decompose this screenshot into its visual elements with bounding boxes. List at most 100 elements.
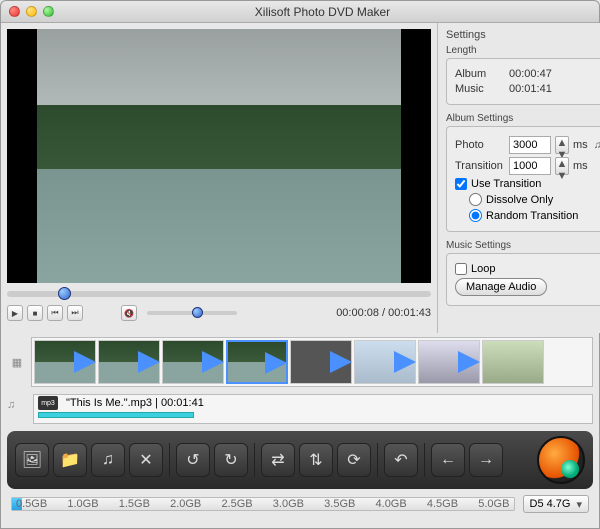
manage-audio-button[interactable]: Manage Audio	[455, 278, 547, 296]
transition-icon[interactable]	[202, 351, 224, 373]
undo-button[interactable]: ↶	[384, 443, 418, 477]
volume-knob[interactable]	[192, 307, 203, 318]
add-music-button[interactable]: ♫	[91, 443, 125, 477]
album-settings-group: Photo ▲▼ ms ♫ Transition ▲▼ ms Use Trans…	[446, 126, 600, 232]
audio-track-box[interactable]: mp3 "This Is Me.".mp3 | 00:01:41	[33, 394, 593, 424]
music-settings-label: Music Settings	[446, 238, 600, 253]
audio-track-icon[interactable]: ♫	[7, 399, 27, 419]
main-toolbar: 🖼 📁 ♫ ✕ ↺ ↻ ⇄ ⇅ ⟳ ↶ ← →	[7, 431, 593, 489]
window-title: Xilisoft Photo DVD Maker	[54, 5, 591, 19]
length-group: Album00:00:47 Music00:01:41	[446, 58, 600, 105]
tick: 4.0GB	[376, 498, 407, 510]
transition-ms-label: Transition	[455, 160, 505, 172]
tick: 1.5GB	[119, 498, 150, 510]
use-transition-checkbox[interactable]	[455, 178, 467, 190]
titlebar: Xilisoft Photo DVD Maker	[1, 1, 599, 23]
prev-button[interactable]: ⏮	[47, 305, 63, 321]
tick: 0.5GB	[16, 498, 47, 510]
tick: 3.5GB	[324, 498, 355, 510]
transition-ms-input[interactable]	[509, 157, 551, 175]
transition-icon[interactable]	[394, 351, 416, 373]
music-length-label: Music	[455, 83, 505, 95]
toolbar-divider	[424, 443, 425, 477]
transition-icon[interactable]	[458, 351, 480, 373]
shuffle-button[interactable]: ⇄	[261, 443, 295, 477]
burn-dvd-button[interactable]	[537, 436, 585, 484]
seek-slider[interactable]	[7, 291, 431, 297]
dvd-size-meter: 0.5GB 1.0GB 1.5GB 2.0GB 2.5GB 3.0GB 3.5G…	[11, 497, 515, 511]
dvd-type-value: D5 4.7G	[530, 498, 571, 510]
thumbnail[interactable]	[418, 340, 480, 384]
transition-stepper[interactable]: ▲▼	[555, 157, 569, 175]
video-preview[interactable]	[7, 29, 431, 283]
audio-progress	[38, 412, 194, 418]
music-length-value: 00:01:41	[509, 83, 552, 95]
preview-pane: ▶ ■ ⏮ ⏭ 🔇 00:00:08 / 00:01:43	[1, 23, 437, 333]
photos-icon[interactable]: ▦	[7, 352, 27, 372]
app-window: Xilisoft Photo DVD Maker ▶ ■ ⏮ ⏭ 🔇 00:00…	[0, 0, 600, 529]
toolbar-divider	[254, 443, 255, 477]
audio-row: ♫ mp3 "This Is Me.".mp3 | 00:01:41	[1, 391, 599, 427]
tick: 4.5GB	[427, 498, 458, 510]
thumbnail-strip[interactable]	[31, 337, 593, 387]
settings-header: Settings	[446, 27, 600, 43]
play-button[interactable]: ▶	[7, 305, 23, 321]
add-folder-button[interactable]: 📁	[53, 443, 87, 477]
photo-ms-label: Photo	[455, 139, 505, 151]
dvd-size-bar-row: 0.5GB 1.0GB 1.5GB 2.0GB 2.5GB 3.0GB 3.5G…	[1, 493, 599, 515]
use-transition-label: Use Transition	[471, 178, 541, 190]
album-settings-label: Album Settings	[446, 111, 600, 126]
dissolve-radio[interactable]	[469, 193, 482, 206]
thumbnail[interactable]	[98, 340, 160, 384]
close-icon[interactable]	[9, 6, 20, 17]
loop-label: Loop	[471, 263, 495, 275]
loop-checkbox[interactable]	[455, 263, 467, 275]
thumbnail[interactable]	[290, 340, 352, 384]
thumbnail[interactable]	[354, 340, 416, 384]
minimize-icon[interactable]	[26, 6, 37, 17]
tick: 3.0GB	[273, 498, 304, 510]
tick: 1.0GB	[67, 498, 98, 510]
add-photo-button[interactable]: 🖼	[15, 443, 49, 477]
rotate-cw-button[interactable]: ↻	[214, 443, 248, 477]
delete-button[interactable]: ✕	[129, 443, 163, 477]
toolbar-divider	[377, 443, 378, 477]
dvd-size-ticks: 0.5GB 1.0GB 1.5GB 2.0GB 2.5GB 3.0GB 3.5G…	[12, 498, 514, 510]
refresh-button[interactable]: ⟳	[337, 443, 371, 477]
sort-button[interactable]: ⇅	[299, 443, 333, 477]
transition-icon[interactable]	[265, 352, 287, 374]
dvd-type-select[interactable]: D5 4.7G	[523, 495, 590, 513]
transition-icon[interactable]	[74, 351, 96, 373]
random-label: Random Transition	[486, 210, 578, 222]
window-controls	[9, 6, 54, 17]
tick: 5.0GB	[478, 498, 509, 510]
photo-stepper[interactable]: ▲▼	[555, 136, 569, 154]
photo-ms-input[interactable]	[509, 136, 551, 154]
next-button[interactable]: ⏭	[67, 305, 83, 321]
seek-knob[interactable]	[58, 287, 71, 300]
transition-icon[interactable]	[330, 351, 352, 373]
volume-slider[interactable]	[147, 311, 237, 315]
zoom-icon[interactable]	[43, 6, 54, 17]
move-left-button[interactable]: ←	[431, 443, 465, 477]
stop-button[interactable]: ■	[27, 305, 43, 321]
random-radio[interactable]	[469, 209, 482, 222]
thumbnail[interactable]	[226, 340, 288, 384]
transition-icon[interactable]	[138, 351, 160, 373]
tick: 2.5GB	[221, 498, 252, 510]
length-label: Length	[446, 43, 600, 58]
move-right-button[interactable]: →	[469, 443, 503, 477]
thumbnail[interactable]	[482, 340, 544, 384]
photo-strip-row: ▦	[1, 333, 599, 391]
playback-time: 00:00:08 / 00:01:43	[336, 307, 431, 319]
thumbnail[interactable]	[34, 340, 96, 384]
transition-unit: ms	[573, 160, 588, 172]
thumbnail[interactable]	[162, 340, 224, 384]
rotate-ccw-button[interactable]: ↺	[176, 443, 210, 477]
mute-button[interactable]: 🔇	[121, 305, 137, 321]
music-note-icon[interactable]: ♫	[592, 139, 600, 151]
audio-track-label: "This Is Me.".mp3 | 00:01:41	[66, 397, 204, 409]
tick: 2.0GB	[170, 498, 201, 510]
settings-panel: Settings Length Album00:00:47 Music00:01…	[437, 23, 600, 333]
music-settings-group: Loop Manage Audio	[446, 253, 600, 306]
